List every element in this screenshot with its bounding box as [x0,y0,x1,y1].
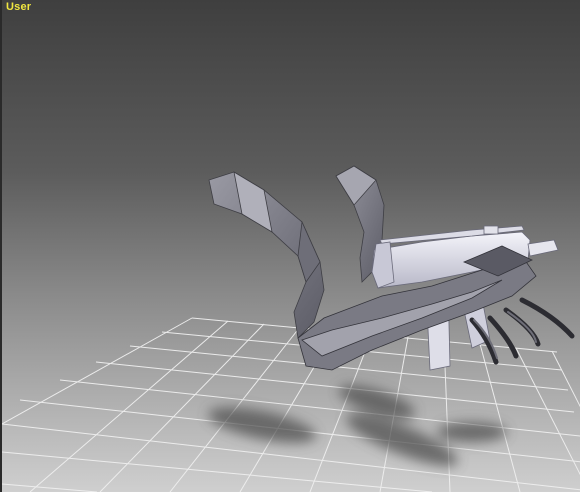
left-arm-model [208,171,325,339]
user-viewport[interactable]: User [0,0,580,492]
model-shadow [208,385,507,466]
ground-grid [2,317,580,492]
scene-canvas[interactable] [2,0,580,492]
